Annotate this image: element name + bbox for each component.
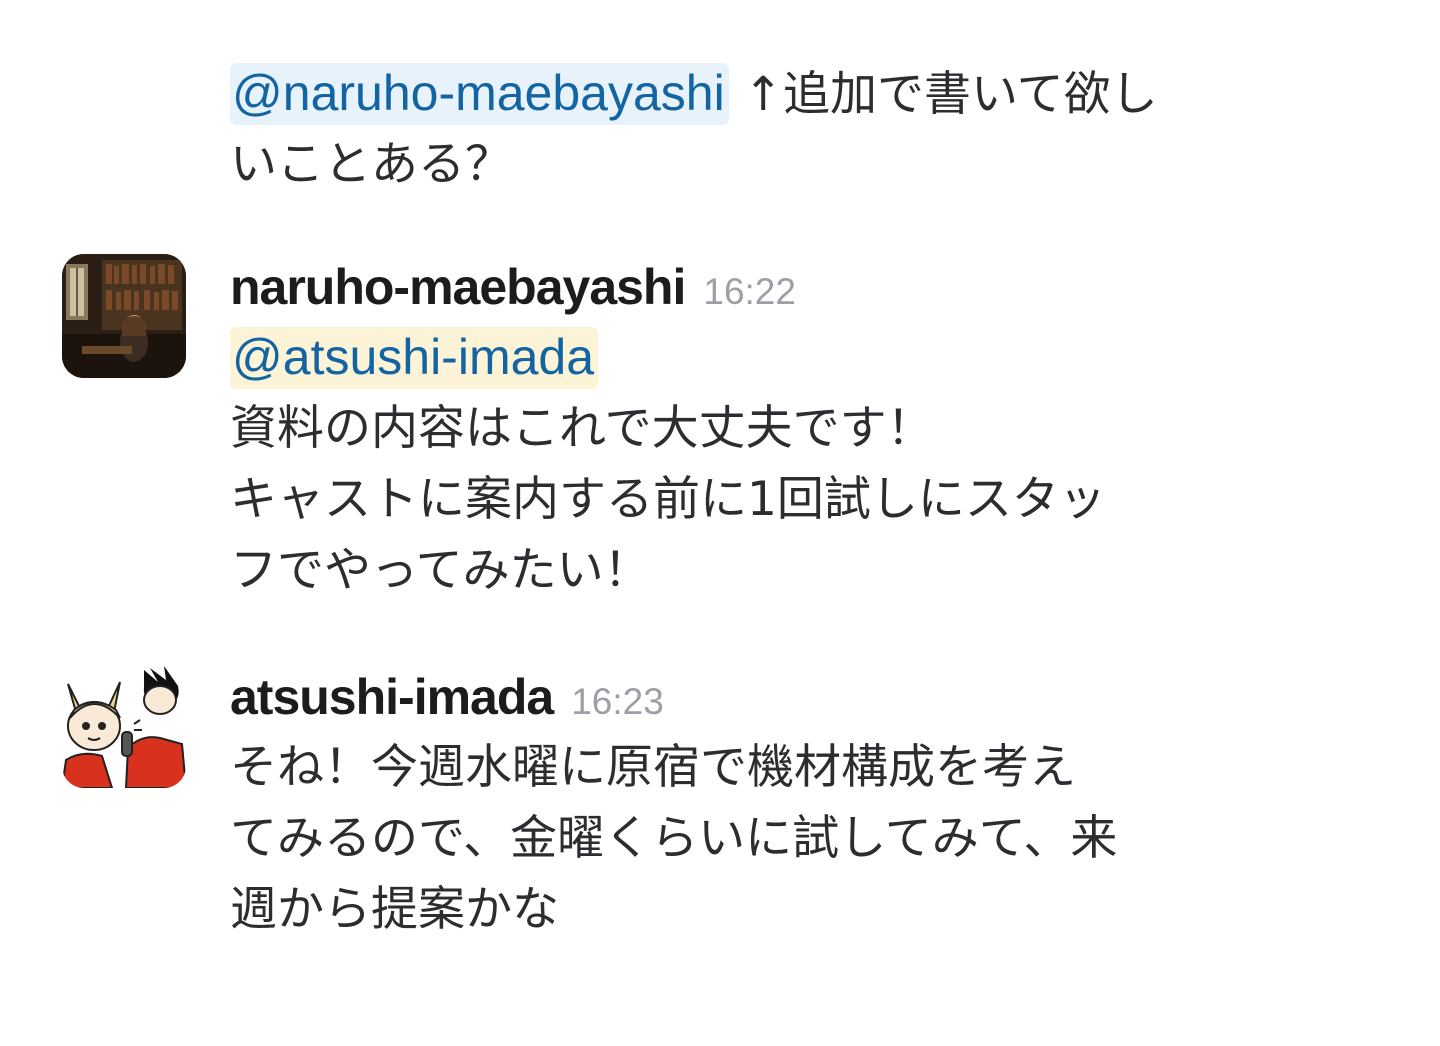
username[interactable]: naruho-maebayashi	[230, 258, 686, 316]
avatar[interactable]	[62, 664, 186, 788]
timestamp[interactable]: 16:22	[703, 271, 796, 313]
message-line: フでやってみたい！	[230, 543, 651, 598]
library-photo-avatar-icon	[62, 254, 186, 378]
anime-characters-avatar-icon	[62, 664, 186, 788]
user-mention[interactable]: @atsushi-imada	[230, 327, 599, 389]
message-header: atsushi-imada 16:23	[230, 668, 1360, 732]
message-line: そね！今週水曜に原宿で機材構成を考え	[230, 740, 1076, 795]
message-line: キャストに案内する前に1回試しにスタッ	[230, 472, 1106, 527]
message-body: そね！今週水曜に原宿で機材構成を考え てみるので、金曜くらいに試してみて、来 週…	[230, 732, 1360, 945]
message-line: @naruho-maebayashi ↑追加で書いて欲し	[230, 58, 1360, 129]
message-line: 資料の内容はこれで大丈夫です！	[230, 401, 934, 456]
message-line: てみるので、金曜くらいに試してみて、来	[230, 811, 1118, 866]
avatar[interactable]	[62, 254, 186, 378]
message-content: atsushi-imada 16:23 そね！今週水曜に原宿で機材構成を考え て…	[230, 668, 1360, 945]
message-line: @atsushi-imada	[230, 322, 1360, 393]
username[interactable]: atsushi-imada	[230, 668, 554, 726]
message-line: いことある？	[230, 137, 512, 192]
message-body: @atsushi-imada 資料の内容はこれで大丈夫です！ キャストに案内する…	[230, 322, 1360, 606]
message-content: naruho-maebayashi 16:22 @atsushi-imada 資…	[230, 258, 1360, 606]
message-header: naruho-maebayashi 16:22	[230, 258, 1360, 322]
message-line: 週から提案かな	[230, 882, 559, 937]
user-mention[interactable]: @naruho-maebayashi	[230, 63, 729, 125]
message-text: ↑追加で書いて欲し	[728, 67, 1158, 122]
timestamp[interactable]: 16:23	[571, 681, 664, 723]
message-body: @naruho-maebayashi ↑追加で書いて欲し いことある？	[230, 58, 1360, 200]
